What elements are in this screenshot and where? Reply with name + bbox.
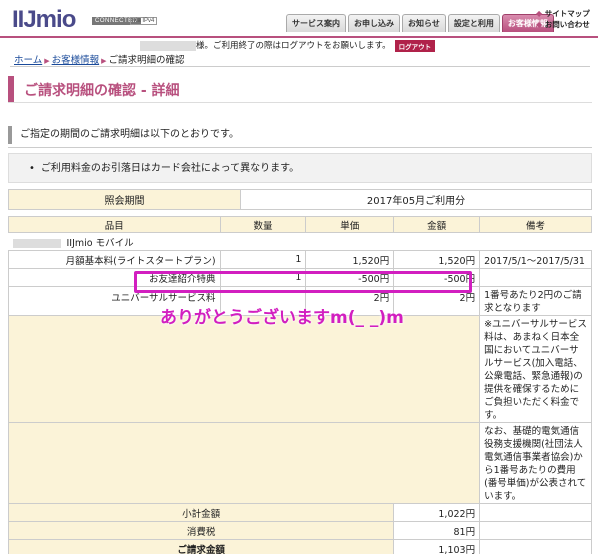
redacted-name xyxy=(140,40,196,51)
page-title: ご請求明細の確認 - 詳細 xyxy=(24,83,180,99)
site-header: IIJmio CONNECTED via IPv4 サービス案内 お申し込み お… xyxy=(0,0,598,38)
tab-news[interactable]: お知らせ xyxy=(402,14,446,32)
remark-row: なお、基礎的電気通信役務支援機関(社団法人電気通信事業者協会)から1番号あたりの… xyxy=(7,422,592,504)
header-qty: 数量 xyxy=(219,216,307,233)
tax-value: 81円 xyxy=(393,521,481,540)
tab-service-info[interactable]: サービス案内 xyxy=(286,14,346,32)
note-text: ご利用料金のお引落日はカード会社によって異なります。 xyxy=(40,163,300,174)
tab-apply[interactable]: お申し込み xyxy=(348,14,400,32)
overlay-caption: ありがとうございますm(_ _)m xyxy=(160,308,404,328)
item-amount: 1,520円 xyxy=(393,250,481,269)
empty-cell xyxy=(479,521,592,540)
arrow-right-icon: ▶ xyxy=(101,57,107,65)
item-amount: 2円 xyxy=(393,286,481,316)
bullet-icon: ◆ xyxy=(536,9,543,18)
table-row: 月額基本料(ライトスタートプラン) 1 1,520円 1,520円 2017/5… xyxy=(8,250,592,269)
item-unit-price: -500円 xyxy=(305,268,395,287)
breadcrumb-customer-info[interactable]: お客様情報 xyxy=(52,55,100,66)
ipv4-badge: via IPv4 xyxy=(130,17,158,25)
total-row: ご請求金額 1,103円 xyxy=(7,539,592,554)
redacted-id xyxy=(12,238,61,248)
total-label: ご請求金額 xyxy=(7,539,395,554)
item-qty: 1 xyxy=(219,250,307,269)
breadcrumb-current: ご請求明細の確認 xyxy=(108,55,185,66)
header-unit-price: 単価 xyxy=(305,216,395,233)
top-nav: サービス案内 お申し込み お知らせ 設定と利用 お客様情報 xyxy=(286,14,554,32)
header-amount: 金額 xyxy=(393,216,481,233)
item-name: お友達紹介特典 xyxy=(8,268,221,287)
item-unit-price: 1,520円 xyxy=(305,250,395,269)
item-amount: -500円 xyxy=(393,268,481,287)
tab-settings[interactable]: 設定と利用 xyxy=(447,14,500,32)
bullet-icon: ◆ xyxy=(536,20,543,29)
item-name: 月額基本料(ライトスタートプラン) xyxy=(8,250,221,269)
header-remark: 備考 xyxy=(479,216,592,233)
header-item: 品目 xyxy=(8,216,221,233)
breadcrumb-home[interactable]: ホーム xyxy=(14,55,42,66)
contact-link[interactable]: ◆ お問い合わせ xyxy=(536,19,590,30)
table-header-row: 品目 数量 単価 金額 備考 xyxy=(8,216,592,233)
divider xyxy=(8,102,592,103)
breadcrumb: ホーム ▶ お客様情報 ▶ ご請求明細の確認 xyxy=(14,52,185,66)
empty-cell xyxy=(479,503,592,522)
logout-notice-bar: 様。ご利用終了の際はログアウトをお願いします。 ログアウト xyxy=(0,36,598,52)
group-label: IIJmio モバイル xyxy=(66,237,134,249)
empty-cell xyxy=(479,539,592,554)
remark-universal: ※ユニバーサルサービス料は、あまねく日本全国においてユニバーサルサービス(加入電… xyxy=(479,315,592,423)
total-value: 1,103円 xyxy=(393,539,481,554)
filler-cell xyxy=(7,315,481,423)
item-remark: 2017/5/1～2017/5/31 xyxy=(479,250,592,269)
iijmio-logo[interactable]: IIJmio xyxy=(12,6,76,34)
divider xyxy=(10,66,590,67)
item-qty: 1 xyxy=(219,268,307,287)
period-table: 照会期間 2017年05月ご利用分 xyxy=(8,189,592,210)
group-row: IIJmio モバイル xyxy=(8,232,592,251)
subtotal-row: 小計金額 1,022円 xyxy=(7,503,592,522)
utility-links: ◆ サイトマップ ◆ お問い合わせ xyxy=(536,8,590,30)
remark-cost: なお、基礎的電気通信役務支援機関(社団法人電気通信事業者協会)から1番号あたりの… xyxy=(479,422,592,504)
sitemap-link[interactable]: ◆ サイトマップ xyxy=(536,8,590,19)
table-row: お友達紹介特典 1 -500円 -500円 xyxy=(8,268,592,287)
period-label: 照会期間 xyxy=(8,189,241,210)
page-title-box: ご請求明細の確認 - 詳細 xyxy=(8,76,592,102)
item-remark: 1番号あたり2円のご請求となります xyxy=(479,286,592,316)
divider xyxy=(8,147,592,148)
period-value: 2017年05月ご利用分 xyxy=(240,189,592,210)
notice-text: 様。ご利用終了の際はログアウトをお願いします。 ログアウト xyxy=(140,39,436,52)
note-box: • ご利用料金のお引落日はカード会社によって異なります。 xyxy=(8,153,592,183)
filler-cell xyxy=(7,422,481,504)
subtotal-label: 小計金額 xyxy=(7,503,395,522)
arrow-right-icon: ▶ xyxy=(44,57,50,65)
intro-text: ご指定の期間のご請求明細は以下のとおりです。 xyxy=(8,126,592,144)
tax-label: 消費税 xyxy=(7,521,395,540)
subtotal-value: 1,022円 xyxy=(393,503,481,522)
item-remark xyxy=(479,268,592,287)
bullet-icon: • xyxy=(29,163,35,174)
remark-row: ※ユニバーサルサービス料は、あまねく日本全国においてユニバーサルサービス(加入電… xyxy=(7,315,592,423)
logout-button[interactable]: ログアウト xyxy=(394,39,436,52)
tax-row: 消費税 81円 xyxy=(7,521,592,540)
billing-detail-table: 品目 数量 単価 金額 備考 IIJmio モバイル 月額基本料(ライトスタート… xyxy=(7,216,592,554)
